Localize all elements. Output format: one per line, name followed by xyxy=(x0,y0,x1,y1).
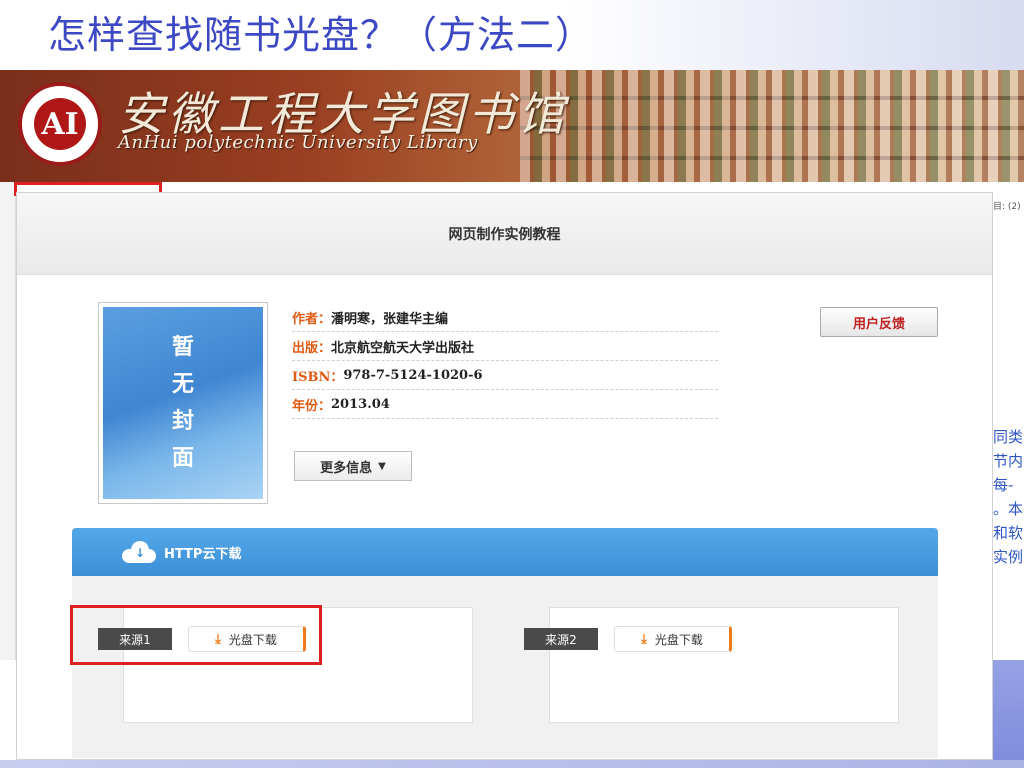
background-page-right-edge: 目: (2) 同类 节内 每- 。本 和软 实例 xyxy=(993,182,1024,640)
info-key: 年份： xyxy=(292,398,332,414)
book-info-list: 作者： 潘明寒，张建华主编 出版： 北京航空航天大学出版社 ISBN： 978-… xyxy=(292,303,718,419)
book-cover[interactable]: 暂 无 封 面 xyxy=(98,302,268,504)
background-snippet-text: 同类 节内 每- 。本 和软 实例 xyxy=(993,428,1024,566)
background-page-left-edge xyxy=(0,182,16,660)
source-box-2 xyxy=(549,607,899,723)
more-info-button[interactable]: 更多信息 ▼ xyxy=(294,451,412,481)
download-bar: ↓ HTTP云下载 xyxy=(72,528,938,576)
info-key: 作者： xyxy=(292,311,332,327)
download-icon: ⤓ xyxy=(641,631,647,647)
more-info-label: 更多信息 xyxy=(320,460,373,476)
cover-text-char: 暂 xyxy=(171,335,194,360)
library-name-en: AnHui polytechnic University Library xyxy=(118,132,478,153)
info-value: 潘明寒，张建华主编 xyxy=(331,311,449,327)
highlight-box-source-1 xyxy=(70,605,322,665)
card-header: 网页制作实例教程 xyxy=(17,193,992,275)
info-row-isbn: ISBN： 978-7-5124-1020-6 xyxy=(292,361,718,390)
background-snippet-top: 目: (2) xyxy=(993,202,1021,212)
source-tag-2: 来源2 xyxy=(524,628,598,650)
slide-decoration-bottom xyxy=(0,760,1024,768)
download-bar-label: HTTP云下载 xyxy=(164,546,242,562)
logo-emblem: AI xyxy=(34,98,86,150)
info-value: 北京航空航天大学出版社 xyxy=(331,340,475,356)
bookshelf-image xyxy=(520,70,1024,182)
slide-title: 怎样查找随书光盘？（方法二） xyxy=(48,13,595,57)
cover-text-char: 面 xyxy=(171,446,194,471)
info-row-author: 作者： 潘明寒，张建华主编 xyxy=(292,303,718,332)
info-row-publisher: 出版： 北京航空航天大学出版社 xyxy=(292,332,718,361)
cd-download-button-2[interactable]: ⤓ 光盘下载 xyxy=(614,626,732,652)
book-detail-card: 网页制作实例教程 暂 无 封 面 作者： 潘明寒，张建华主编 出版： 北京航空航… xyxy=(16,192,993,760)
cover-text-char: 无 xyxy=(171,372,194,397)
info-key: 出版： xyxy=(292,340,332,356)
info-value: 2013.04 xyxy=(331,396,390,412)
cover-placeholder: 暂 无 封 面 xyxy=(103,307,263,499)
library-banner: AI 安徽工程大学图书馆 AnHui polytechnic Universit… xyxy=(0,70,1024,182)
cover-text-char: 封 xyxy=(171,409,194,434)
book-title: 网页制作实例教程 xyxy=(448,226,561,243)
info-key: ISBN： xyxy=(292,369,344,385)
caret-down-icon: ▼ xyxy=(378,460,386,472)
info-row-year: 年份： 2013.04 xyxy=(292,390,718,419)
university-logo: AI xyxy=(18,82,102,166)
cloud-download-icon: ↓ xyxy=(122,541,156,563)
cd-download-label: 光盘下载 xyxy=(654,632,703,647)
info-value: 978-7-5124-1020-6 xyxy=(343,367,483,383)
user-feedback-button[interactable]: 用户反馈 xyxy=(820,307,938,337)
